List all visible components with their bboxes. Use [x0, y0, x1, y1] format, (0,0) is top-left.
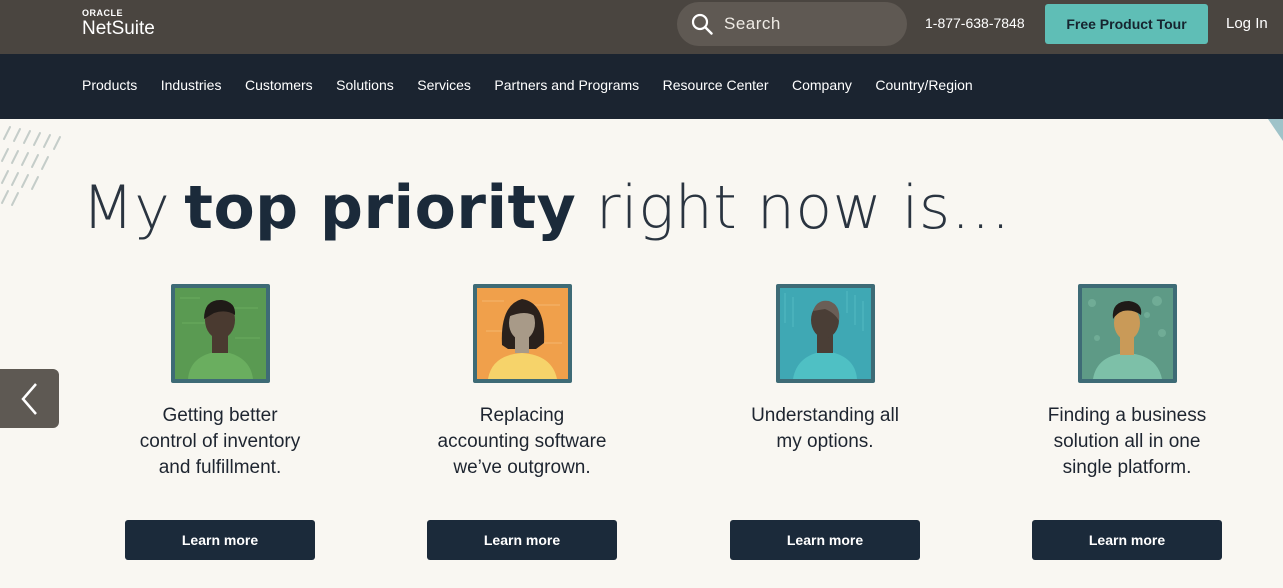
- nav-list: Products Industries Customers Solutions …: [82, 77, 996, 93]
- card-text-line: single platform.: [1062, 457, 1192, 478]
- card-text-line: my options.: [776, 431, 874, 452]
- search-icon[interactable]: [691, 13, 713, 35]
- learn-more-button[interactable]: Learn more: [125, 520, 315, 560]
- search-input[interactable]: [724, 14, 894, 34]
- priority-card-options: Understanding all my options. Learn more: [710, 283, 940, 560]
- nav-item-services[interactable]: Services: [417, 77, 471, 93]
- card-text-line: Understanding all: [751, 405, 899, 426]
- card-description: Understanding all my options.: [710, 403, 940, 481]
- nav-item-resource-center[interactable]: Resource Center: [663, 77, 769, 93]
- card-text-line: solution all in one: [1053, 431, 1201, 452]
- decorative-corner-right: [1268, 119, 1283, 141]
- priority-card-accounting: Replacing accounting software we’ve outg…: [407, 283, 637, 560]
- person-portrait-icon: [775, 284, 875, 383]
- log-in-link[interactable]: Log In: [1226, 15, 1268, 32]
- nav-item-customers[interactable]: Customers: [245, 77, 313, 93]
- headline-suffix: right now is…: [576, 173, 1012, 243]
- learn-more-button[interactable]: Learn more: [730, 520, 920, 560]
- main-navigation: Products Industries Customers Solutions …: [0, 54, 1283, 119]
- carousel-prev-button[interactable]: [0, 369, 59, 428]
- netsuite-wordmark: NetSuite: [82, 18, 155, 39]
- top-bar: ORACLE NetSuite 1-877-638-7848 Free Prod…: [0, 0, 1283, 54]
- card-text-line: accounting software: [437, 431, 607, 452]
- nav-item-company[interactable]: Company: [792, 77, 852, 93]
- priority-card-platform: Finding a business solution all in one s…: [1012, 283, 1242, 560]
- priority-card-inventory: Getting better control of inventory and …: [105, 283, 335, 560]
- card-text-line: Replacing: [479, 405, 565, 426]
- headline-emphasis: top priority: [184, 173, 577, 243]
- card-text-line: we’ve outgrown.: [453, 457, 591, 478]
- nav-item-partners-and-programs[interactable]: Partners and Programs: [494, 77, 639, 93]
- card-text-line: control of inventory: [139, 431, 301, 452]
- oracle-wordmark: ORACLE: [82, 8, 123, 18]
- card-text-line: Finding a business: [1047, 405, 1207, 426]
- search-box[interactable]: [677, 2, 907, 46]
- nav-item-industries[interactable]: Industries: [161, 77, 222, 93]
- headline-prefix: My: [82, 173, 171, 243]
- card-text-line: and fulfillment.: [158, 457, 282, 478]
- learn-more-button[interactable]: Learn more: [427, 520, 617, 560]
- card-description: Finding a business solution all in one s…: [1012, 403, 1242, 481]
- nav-item-products[interactable]: Products: [82, 77, 137, 93]
- person-portrait-icon: [170, 284, 270, 383]
- learn-more-button[interactable]: Learn more: [1032, 520, 1222, 560]
- netsuite-logo[interactable]: ORACLE NetSuite: [82, 8, 155, 40]
- chevron-left-icon[interactable]: [20, 382, 40, 416]
- phone-number-link[interactable]: 1-877-638-7848: [925, 15, 1025, 31]
- decorative-hatch-pattern-left: [1, 126, 61, 206]
- card-description: Getting better control of inventory and …: [105, 403, 335, 481]
- nav-item-solutions[interactable]: Solutions: [336, 77, 394, 93]
- person-portrait-icon: [1077, 284, 1177, 383]
- card-text-line: Getting better: [162, 405, 278, 426]
- nav-item-country-region[interactable]: Country/Region: [875, 77, 972, 93]
- free-product-tour-button[interactable]: Free Product Tour: [1045, 4, 1208, 44]
- hero-headline: My top priority right now is…: [82, 173, 1011, 243]
- person-portrait-icon: [472, 284, 572, 383]
- card-description: Replacing accounting software we’ve outg…: [407, 403, 637, 481]
